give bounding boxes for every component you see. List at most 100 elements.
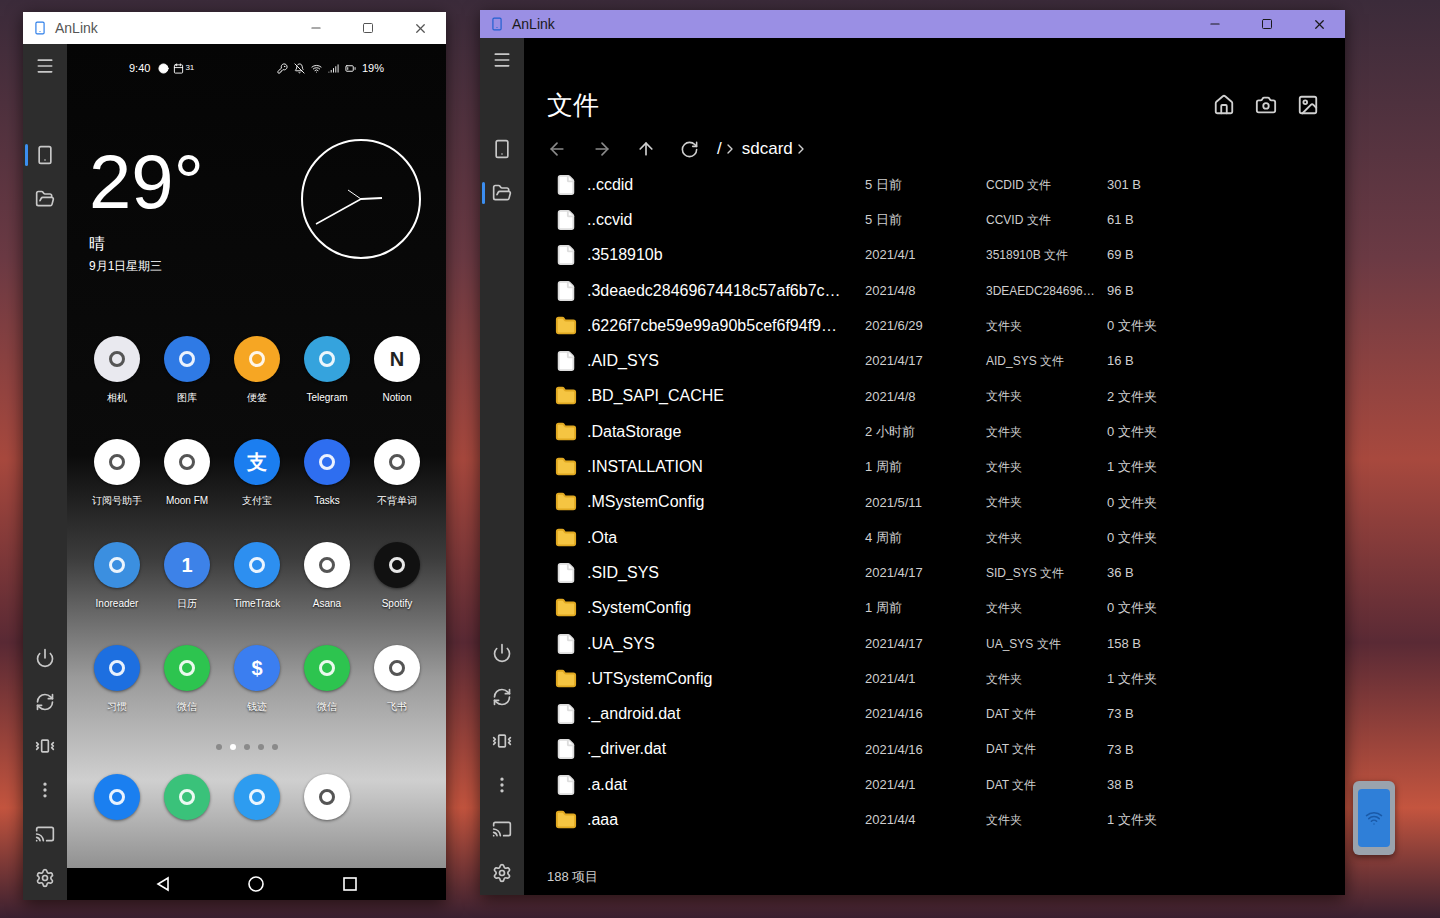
settings-button[interactable]: [480, 851, 524, 895]
app-item[interactable]: NNotion: [362, 336, 432, 439]
app-icon[interactable]: [374, 645, 420, 691]
app-icon[interactable]: [94, 542, 140, 588]
file-row[interactable]: .SID_SYS2021/4/17SID_SYS 文件36 B: [547, 555, 1319, 590]
cast-button[interactable]: [480, 807, 524, 851]
file-row[interactable]: .6226f7cbe59e99a90b5cef6f94f9…2021/6/29文…: [547, 308, 1319, 343]
cast-button[interactable]: [23, 812, 67, 856]
app-item[interactable]: Inoreader: [82, 542, 152, 645]
file-row[interactable]: .MSystemConfig2021/5/11文件夹0 文件夹: [547, 485, 1319, 520]
back-icon[interactable]: [155, 876, 171, 892]
file-row[interactable]: ._android.dat2021/4/16DAT 文件73 B: [547, 696, 1319, 731]
app-item[interactable]: $钱迹: [222, 645, 292, 748]
menu-button[interactable]: [480, 38, 524, 82]
app-icon[interactable]: 1: [164, 542, 210, 588]
file-row[interactable]: ..ccdid5 日前CCDID 文件301 B: [547, 167, 1319, 202]
file-row[interactable]: .AID_SYS2021/4/17AID_SYS 文件16 B: [547, 343, 1319, 378]
app-item[interactable]: 飞书: [362, 645, 432, 748]
app-icon[interactable]: [234, 542, 280, 588]
app-icon[interactable]: [234, 774, 280, 820]
minimize-button[interactable]: [290, 21, 342, 35]
phone-tab[interactable]: [480, 127, 524, 171]
app-icon[interactable]: [94, 439, 140, 485]
app-icon[interactable]: [304, 774, 350, 820]
app-item[interactable]: 微信: [292, 645, 362, 748]
vibrate-button[interactable]: [23, 724, 67, 768]
app-item[interactable]: Asana: [292, 542, 362, 645]
app-item[interactable]: TimeTrack: [222, 542, 292, 645]
app-item[interactable]: Spotify: [362, 542, 432, 645]
app-icon[interactable]: [304, 336, 350, 382]
app-icon[interactable]: [164, 645, 210, 691]
files-tab[interactable]: [23, 177, 67, 221]
home-icon[interactable]: [1213, 94, 1235, 116]
power-button[interactable]: [480, 631, 524, 675]
phone-tab[interactable]: [23, 133, 67, 177]
refresh-icon[interactable]: [680, 140, 699, 159]
app-icon[interactable]: [304, 439, 350, 485]
app-icon[interactable]: [94, 774, 140, 820]
file-row[interactable]: .3518910b2021/4/13518910B 文件69 B: [547, 238, 1319, 273]
app-icon[interactable]: [164, 336, 210, 382]
file-row[interactable]: .3deaedc28469674418c57af6b7c…2021/4/83DE…: [547, 273, 1319, 308]
app-icon[interactable]: 支: [234, 439, 280, 485]
path-segment[interactable]: sdcard: [742, 136, 793, 162]
app-icon[interactable]: [374, 439, 420, 485]
page-dot[interactable]: [230, 744, 236, 750]
app-icon[interactable]: [164, 439, 210, 485]
app-item[interactable]: Telegram: [292, 336, 362, 439]
page-dot[interactable]: [216, 744, 222, 750]
app-icon[interactable]: [374, 542, 420, 588]
power-button[interactable]: [23, 636, 67, 680]
file-row[interactable]: ._driver.dat2021/4/16DAT 文件73 B: [547, 732, 1319, 767]
close-button[interactable]: [394, 21, 446, 36]
file-row[interactable]: .UA_SYS2021/4/17UA_SYS 文件158 B: [547, 626, 1319, 661]
app-item[interactable]: 不背单词: [362, 439, 432, 542]
app-icon[interactable]: [234, 336, 280, 382]
app-item[interactable]: 图库: [152, 336, 222, 439]
app-icon[interactable]: [94, 336, 140, 382]
file-row[interactable]: .UTSystemConfig2021/4/1文件夹1 文件夹: [547, 661, 1319, 696]
file-row[interactable]: .aaa2021/4/4文件夹1 文件夹: [547, 802, 1319, 837]
menu-button[interactable]: [23, 44, 67, 88]
file-row[interactable]: .BD_SAPI_CACHE2021/4/8文件夹2 文件夹: [547, 379, 1319, 414]
page-dot[interactable]: [258, 744, 264, 750]
more-button[interactable]: [23, 768, 67, 812]
files-tab[interactable]: [480, 171, 524, 215]
phone-screen[interactable]: 9:403119%29°晴9月1日星期三相机图库便签TelegramNNotio…: [67, 44, 446, 900]
camera-icon[interactable]: [1255, 94, 1277, 116]
app-icon[interactable]: $: [234, 645, 280, 691]
maximize-button[interactable]: [342, 22, 394, 34]
page-dot[interactable]: [244, 744, 250, 750]
app-icon[interactable]: [304, 542, 350, 588]
up-arrow-icon[interactable]: [636, 139, 656, 159]
file-row[interactable]: ..ccvid5 日前CCVID 文件61 B: [547, 202, 1319, 237]
back-arrow-icon[interactable]: [547, 139, 567, 159]
app-item[interactable]: Tasks: [292, 439, 362, 542]
file-row[interactable]: .INSTALLATION1 周前文件夹1 文件夹: [547, 449, 1319, 484]
app-icon[interactable]: N: [374, 336, 420, 382]
minimize-button[interactable]: [1189, 17, 1241, 31]
settings-button[interactable]: [23, 856, 67, 900]
rotate-button[interactable]: [23, 680, 67, 724]
app-item[interactable]: 订阅号助手: [82, 439, 152, 542]
weather-widget[interactable]: 29°晴9月1日星期三: [89, 138, 204, 274]
home-icon[interactable]: [247, 875, 265, 893]
file-row[interactable]: .Ota4 周前文件夹0 文件夹: [547, 520, 1319, 555]
more-button[interactable]: [480, 763, 524, 807]
close-button[interactable]: [1293, 17, 1345, 32]
picture-icon[interactable]: [1297, 94, 1319, 116]
recents-icon[interactable]: [342, 876, 358, 892]
page-dot[interactable]: [272, 744, 278, 750]
vibrate-button[interactable]: [480, 719, 524, 763]
app-item[interactable]: 相机: [82, 336, 152, 439]
app-item[interactable]: 微信: [152, 645, 222, 748]
file-row[interactable]: .DataStorage2 小时前文件夹0 文件夹: [547, 414, 1319, 449]
path-root[interactable]: /: [717, 136, 722, 162]
maximize-button[interactable]: [1241, 18, 1293, 30]
app-item[interactable]: 支支付宝: [222, 439, 292, 542]
floating-widget[interactable]: [1353, 781, 1395, 855]
file-row[interactable]: .a.dat2021/4/1DAT 文件38 B: [547, 767, 1319, 802]
app-item[interactable]: 习惯: [82, 645, 152, 748]
app-item[interactable]: Moon FM: [152, 439, 222, 542]
app-item[interactable]: 便签: [222, 336, 292, 439]
